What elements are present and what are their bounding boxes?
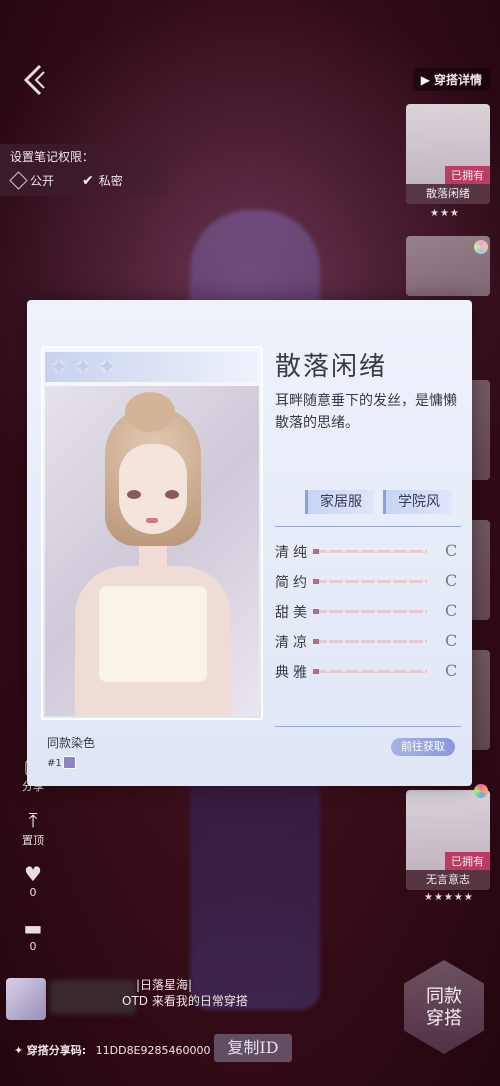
attribute-fill — [313, 609, 319, 614]
permission-public-option[interactable]: 公开 — [9, 171, 54, 190]
attribute-grade: C — [445, 631, 458, 650]
dye-swatch[interactable] — [63, 756, 76, 769]
side-item-name: 无言意志 — [406, 870, 490, 890]
permission-title: 设置笔记权限： — [10, 150, 95, 164]
attribute-grade: C — [445, 571, 458, 590]
radio-diamond-icon — [9, 171, 28, 190]
item-preview-image — [45, 386, 259, 716]
owned-badge: 已拥有 — [445, 166, 490, 184]
style-tag: 学院风 — [383, 490, 452, 514]
item-description: 耳畔随意垂下的发丝，是慵懒散落的思绪。 — [275, 393, 457, 431]
side-item-stars: ★★★ — [430, 208, 460, 219]
portrait-lip — [146, 518, 158, 523]
pin-top-action[interactable]: ⤒ 置顶 — [18, 808, 48, 848]
share-message-line2: OTD 来看我的日常穿搭 — [122, 994, 248, 1008]
attribute-bar — [313, 580, 427, 583]
divider — [275, 726, 461, 727]
attribute-bar — [313, 670, 427, 673]
attribute-label: 甜美 — [275, 605, 311, 621]
attribute-label: 清纯 — [275, 545, 311, 561]
attribute-grade: C — [445, 661, 458, 680]
attribute-fill — [313, 639, 319, 644]
attribute-label: 简约 — [275, 575, 311, 591]
attribute-row: 清凉 C — [275, 631, 461, 651]
go-obtain-button[interactable]: 前往获取 — [391, 738, 455, 756]
share-code-label: 穿搭分享码: — [26, 1044, 87, 1057]
permission-private-option[interactable]: ✔ 私密 — [82, 172, 123, 189]
attribute-row: 甜美 C — [275, 601, 461, 621]
portrait-top — [99, 586, 207, 682]
divider — [275, 526, 461, 527]
sparkle-icon: ✦ — [14, 1044, 24, 1057]
attribute-label: 典雅 — [275, 665, 311, 681]
attribute-label: 清凉 — [275, 635, 311, 651]
attribute-grade: C — [445, 541, 458, 560]
attribute-bar — [313, 550, 427, 553]
attribute-fill — [313, 669, 319, 674]
owned-badge: 已拥有 — [445, 852, 490, 870]
portrait-eye — [127, 490, 141, 499]
check-icon: ✔ — [82, 172, 94, 189]
attribute-row: 典雅 C — [275, 661, 461, 681]
rarity-stars: ✦ ✦ ✦ — [45, 352, 257, 382]
avatar[interactable] — [6, 978, 46, 1020]
side-item-stars: ★★★★★ — [424, 892, 474, 903]
dye-palette-icon[interactable] — [474, 784, 488, 798]
dye-number: #1 — [47, 758, 62, 769]
play-icon: ▶ — [420, 73, 430, 87]
item-title: 散落闲绪 — [275, 352, 388, 382]
side-item-card[interactable] — [406, 236, 490, 296]
attribute-fill — [313, 579, 319, 584]
back-button[interactable] — [14, 60, 54, 100]
star-icon: ✦ — [49, 353, 70, 381]
attribute-bar — [313, 610, 427, 613]
share-message-row: |日落星海| OTD 来看我的日常穿搭 — [0, 972, 400, 1026]
share-message-line1: |日落星海| — [136, 978, 193, 992]
item-detail-modal: ✦ ✦ ✦ 散落闲绪 耳畔随意垂下的发丝，是慵懒散落的思绪。 家居服 学院风 清纯 … — [27, 300, 472, 786]
share-code-row: ✦ 穿搭分享码: 11DD8E9285460000 — [14, 1042, 211, 1058]
outfit-detail-link[interactable]: ▶ 穿搭详情 — [412, 68, 490, 91]
star-icon: ✦ — [97, 353, 118, 381]
dye-label: 同款染色 — [47, 736, 96, 750]
portrait-eye — [165, 490, 179, 499]
heart-icon: ♥ — [24, 862, 42, 886]
chevron-left-icon — [23, 64, 45, 96]
attribute-grade: C — [445, 601, 458, 620]
copy-id-button[interactable]: 复制ID — [214, 1034, 292, 1062]
pin-top-icon: ⤒ — [28, 808, 38, 832]
star-icon: ✦ — [73, 353, 94, 381]
style-tag: 家居服 — [305, 490, 374, 514]
share-code-value: 11DD8E9285460000 — [95, 1044, 211, 1057]
comment-icon: ▬ — [23, 916, 43, 940]
attribute-row: 简约 C — [275, 571, 461, 591]
like-action[interactable]: ♥ 0 — [18, 862, 48, 899]
attribute-row: 清纯 C — [275, 541, 461, 561]
comment-action[interactable]: ▬ 0 — [18, 916, 48, 953]
attribute-fill — [313, 549, 319, 554]
note-permission-panel: 设置笔记权限： 公开 ✔ 私密 — [0, 144, 168, 196]
side-item-card[interactable]: 已拥有 无言意志 — [406, 790, 490, 890]
side-item-name: 散落闲绪 — [406, 184, 490, 204]
side-item-card[interactable]: 已拥有 散落闲绪 — [406, 104, 490, 204]
attribute-bar — [313, 640, 427, 643]
portrait-bun — [125, 392, 175, 432]
